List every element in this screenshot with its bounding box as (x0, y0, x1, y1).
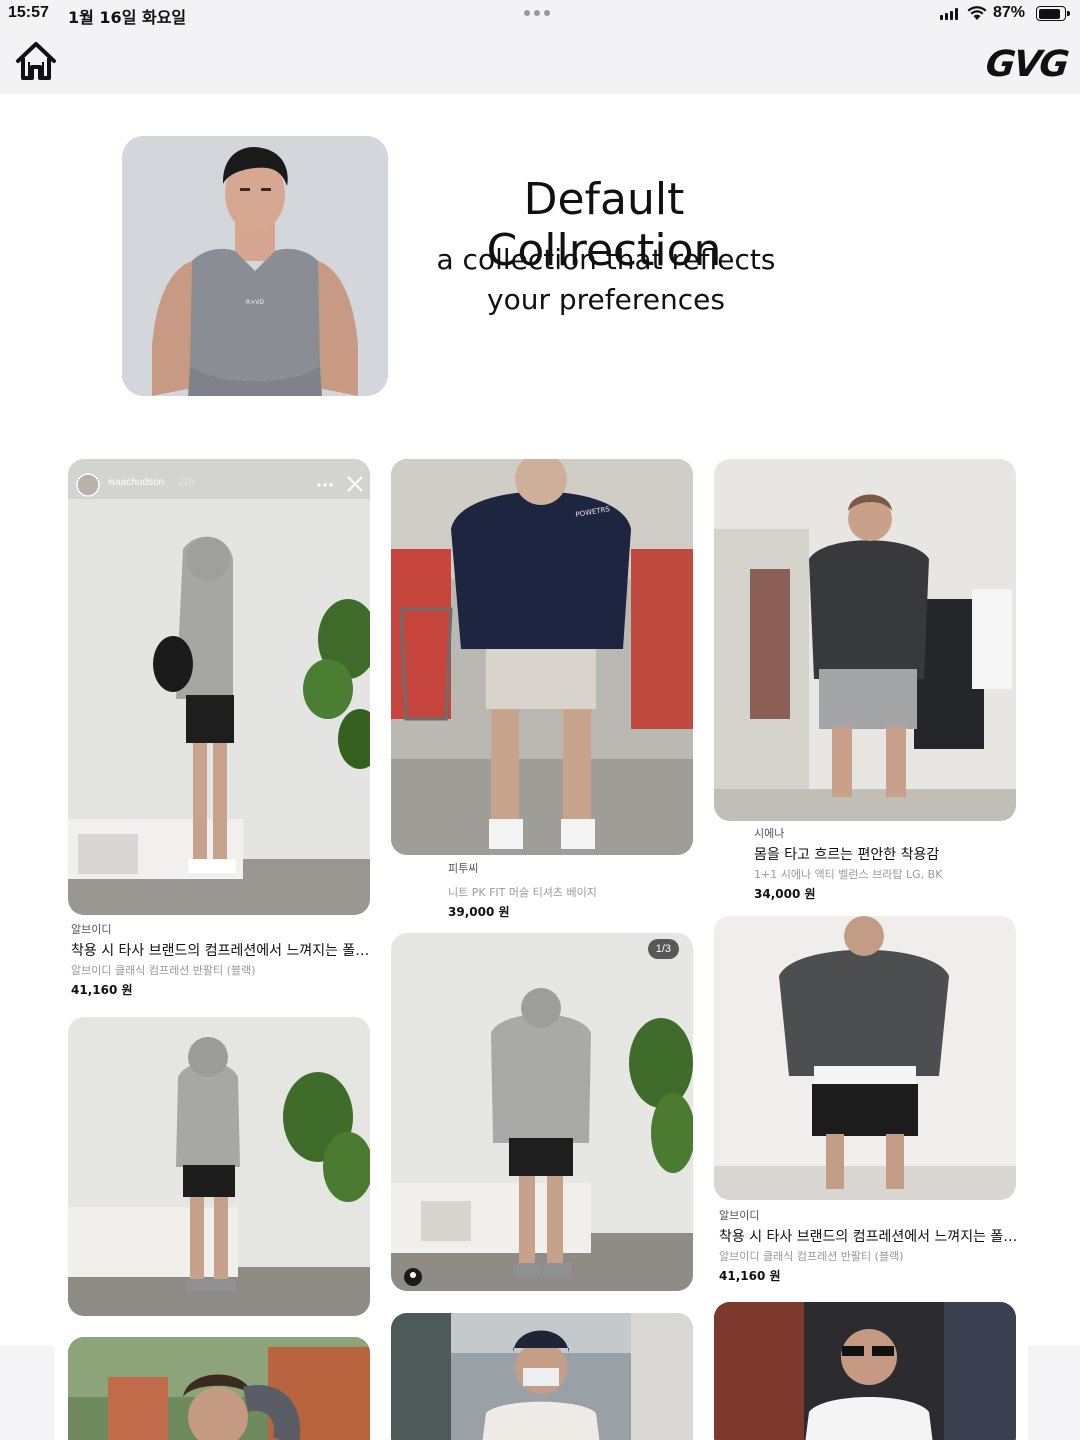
multitasking-dots-icon[interactable] (524, 10, 550, 16)
clock: 15:57 (8, 4, 49, 21)
product-info: 시에나 몸을 타고 흐르는 편안한 착용감 1+1 시에나 액티 벨런스 브라탑… (754, 825, 1014, 902)
story-username: isaachudson (108, 477, 165, 488)
product-subtitle: 니트 PK FIT 머슬 티셔츠 베이지 (448, 886, 597, 899)
subtitle-line-2: your preferences (487, 283, 725, 316)
product-subtitle: 알브이디 클래식 컴프레션 반팔티 (블랙) (71, 964, 256, 977)
home-icon[interactable] (14, 40, 58, 82)
battery-icon (1036, 6, 1070, 21)
product-brand: 알브이디 (71, 923, 112, 936)
subtitle-line-1: a collection that reflects (436, 243, 776, 276)
product-info: 알브이디 착용 시 타사 브랜드의 컴프레션에서 느껴지는 폴… 알브이디 클래… (71, 921, 369, 998)
top-nav: GVG (0, 30, 1080, 94)
product-card-image[interactable] (68, 1337, 370, 1440)
date: 1월 16일 화요일 (68, 8, 187, 27)
story-time: 21h (178, 477, 195, 488)
product-card-image[interactable] (68, 1017, 370, 1316)
product-title[interactable]: 몸을 타고 흐르는 편안한 착용감 (754, 844, 1014, 864)
status-bar: 15:57 1월 16일 화요일 87% (0, 0, 1080, 30)
product-info: 알브이디 착용 시 타사 브랜드의 컴프레션에서 느껴지는 폴… 알브이디 클래… (719, 1207, 1017, 1284)
wifi-icon (967, 6, 987, 20)
product-card-image[interactable]: 1/3 (391, 933, 693, 1291)
battery-percent: 87% (993, 4, 1026, 21)
product-price: 39,000 원 (448, 905, 510, 919)
product-brand: 알브이디 (719, 1209, 760, 1222)
product-card-image[interactable] (714, 916, 1016, 1200)
product-brand: 시에나 (754, 827, 785, 840)
product-subtitle: 1+1 시에나 액티 벨런스 브라탑 LG, BK (754, 868, 943, 881)
product-title[interactable]: 착용 시 타사 브랜드의 컴프레션에서 느껴지는 폴… (719, 1226, 1017, 1246)
shirt-print: R×VD (246, 299, 264, 306)
brand-logo[interactable]: GVG (984, 44, 1069, 85)
product-card-image[interactable] (714, 1302, 1016, 1440)
product-price: 41,160 원 (71, 983, 133, 997)
page-edge (1028, 1346, 1080, 1440)
product-card-image[interactable] (391, 1313, 693, 1440)
image-counter: 1/3 (647, 939, 679, 959)
product-price: 34,000 원 (754, 887, 816, 901)
product-brand: 피투씨 (448, 862, 479, 875)
product-price: 41,160 원 (719, 1269, 781, 1283)
product-card-image[interactable] (714, 459, 1016, 821)
cellular-signal-icon (940, 8, 958, 20)
hero-model-image: R×VD (122, 136, 388, 396)
product-card-image[interactable]: isaachudson 21h (68, 459, 370, 915)
product-info: 피투씨 니트 PK FIT 머슬 티셔츠 베이지 39,000 원 (448, 860, 688, 920)
product-card-image[interactable]: POWETRS (391, 459, 693, 855)
page-subtitle: a collection that reflects your preferen… (416, 240, 796, 320)
product-subtitle: 알브이디 클래식 컴프레션 반팔티 (블랙) (719, 1250, 904, 1263)
product-title[interactable]: 착용 시 타사 브랜드의 컴프레션에서 느껴지는 폴… (71, 940, 369, 960)
page-edge (0, 1346, 54, 1440)
